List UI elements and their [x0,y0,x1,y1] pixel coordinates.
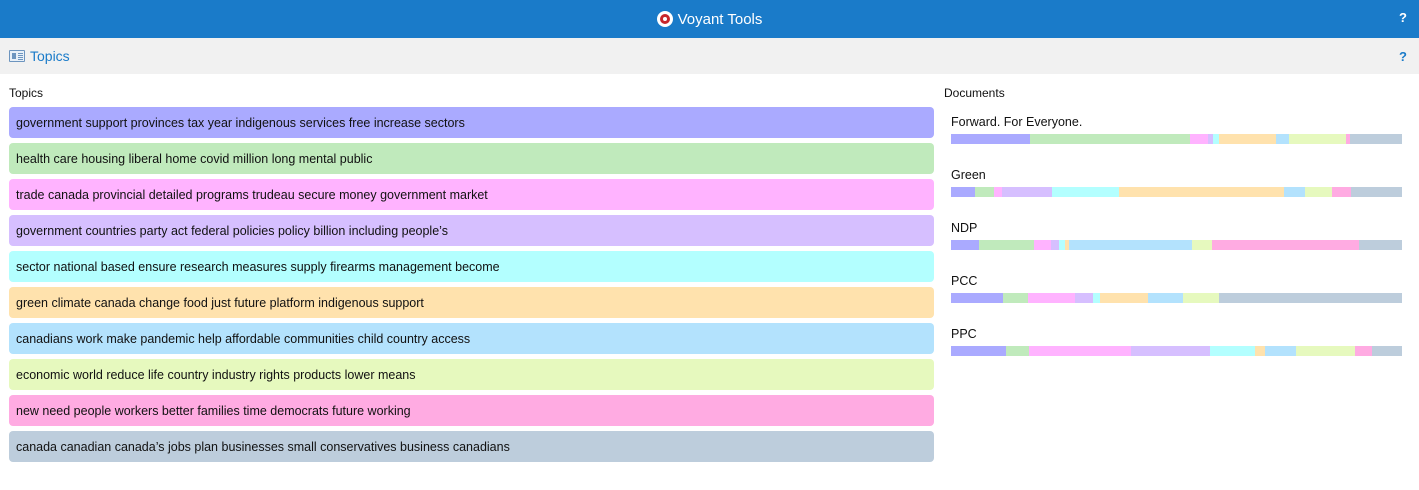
app-brand: Voyant Tools [656,10,763,28]
document-label: Green [951,168,986,182]
topic-item[interactable]: new need people workers better families … [9,395,934,426]
document-label: PCC [951,274,978,288]
topic-segment[interactable] [1331,187,1351,197]
topic-item[interactable]: canada canadian canada’s jobs plan busin… [9,431,934,462]
document-item[interactable]: PPC [951,326,1402,379]
document-topic-bar [951,134,1402,144]
topic-segment[interactable] [951,187,975,197]
topic-label: new need people workers better families … [16,403,411,418]
topic-label: health care housing liberal home covid m… [16,151,373,166]
topic-segment[interactable] [1212,240,1359,250]
topic-label: sector national based ensure research me… [16,259,500,274]
topic-label: trade canada provincial detailed program… [16,187,488,202]
panel-header: Topics [0,38,1419,74]
topic-segment[interactable] [1119,187,1284,197]
topic-segment[interactable] [1210,346,1256,356]
topic-segment[interactable] [951,134,1030,144]
topic-segment[interactable] [1006,346,1029,356]
topic-segment[interactable] [1219,293,1402,303]
topic-item[interactable]: canadians work make pandemic help afford… [9,323,934,354]
documents-list: Forward. For Everyone. Green NDP PCC PPC [951,114,1402,379]
document-item[interactable]: NDP [951,220,1402,273]
panel-icon [9,50,25,62]
topic-segment[interactable] [1371,346,1402,356]
topic-segment[interactable] [1350,187,1402,197]
topic-segment[interactable] [1354,346,1372,356]
topic-segment[interactable] [1350,134,1402,144]
topic-segment[interactable] [1255,346,1266,356]
topic-segment[interactable] [1075,293,1094,303]
topic-segment[interactable] [1265,346,1296,356]
app-header: Voyant Tools [0,0,1419,38]
topic-label: economic world reduce life country indus… [16,367,416,382]
topic-segment[interactable] [1051,240,1060,250]
topic-segment[interactable] [1191,240,1213,250]
topic-segment[interactable] [1305,187,1332,197]
topic-label: government support provinces tax year in… [16,115,465,130]
document-topic-bar [951,346,1402,356]
topic-segment[interactable] [1069,240,1192,250]
topic-segment[interactable] [1131,346,1211,356]
topic-segment[interactable] [951,346,1007,356]
topic-item[interactable]: health care housing liberal home covid m… [9,143,934,174]
document-label: NDP [951,221,978,235]
voyant-logo-icon [656,11,673,27]
topic-item[interactable]: green climate canada change food just fu… [9,287,934,318]
topic-segment[interactable] [1295,346,1355,356]
topic-segment[interactable] [1033,240,1052,250]
document-item[interactable]: PCC [951,273,1402,326]
document-topic-bar [951,240,1402,250]
document-item[interactable]: Forward. For Everyone. [951,114,1402,167]
panel-help-icon[interactable]: ? [1399,49,1407,64]
topic-segment[interactable] [978,240,1034,250]
topic-segment[interactable] [1183,293,1220,303]
panel-title-group: Topics [9,48,70,64]
topic-segment[interactable] [1028,346,1132,356]
topic-segment[interactable] [1093,293,1100,303]
topic-segment[interactable] [1358,240,1402,250]
topic-segment[interactable] [1001,187,1052,197]
topic-label: canadians work make pandemic help afford… [16,331,471,346]
topic-label: canada canadian canada’s jobs plan busin… [16,439,510,454]
topic-segment[interactable] [993,187,1002,197]
panel-title: Topics [30,48,70,64]
topic-segment[interactable] [1099,293,1149,303]
documents-column-title: Documents [944,86,1005,100]
topic-segment[interactable] [1027,293,1075,303]
topic-item[interactable]: trade canada provincial detailed program… [9,179,934,210]
topic-item[interactable]: economic world reduce life country indus… [9,359,934,390]
document-label: PPC [951,327,977,341]
topic-segment[interactable] [1148,293,1184,303]
document-label: Forward. For Everyone. [951,115,1083,129]
topic-segment[interactable] [1212,134,1220,144]
topic-segment[interactable] [1029,134,1191,144]
topics-list: government support provinces tax year in… [9,107,934,467]
topic-segment[interactable] [1219,134,1276,144]
topic-segment[interactable] [974,187,994,197]
document-topic-bar [951,293,1402,303]
topic-segment[interactable] [1275,134,1290,144]
app-title: Voyant Tools [677,10,763,28]
document-item[interactable]: Green [951,167,1402,220]
topic-item[interactable]: government support provinces tax year in… [9,107,934,138]
topic-segment[interactable] [1002,293,1028,303]
topic-segment[interactable] [1289,134,1346,144]
topics-column-title: Topics [9,86,44,100]
topic-label: government countries party act federal p… [16,223,448,238]
topic-segment[interactable] [1051,187,1120,197]
topic-segment[interactable] [951,293,1003,303]
topic-item[interactable]: sector national based ensure research me… [9,251,934,282]
topic-item[interactable]: government countries party act federal p… [9,215,934,246]
topic-label: green climate canada change food just fu… [16,295,424,310]
topic-segment[interactable] [1283,187,1306,197]
help-icon[interactable]: ? [1399,10,1407,25]
topic-segment[interactable] [1190,134,1209,144]
topic-segment[interactable] [951,240,979,250]
document-topic-bar [951,187,1402,197]
